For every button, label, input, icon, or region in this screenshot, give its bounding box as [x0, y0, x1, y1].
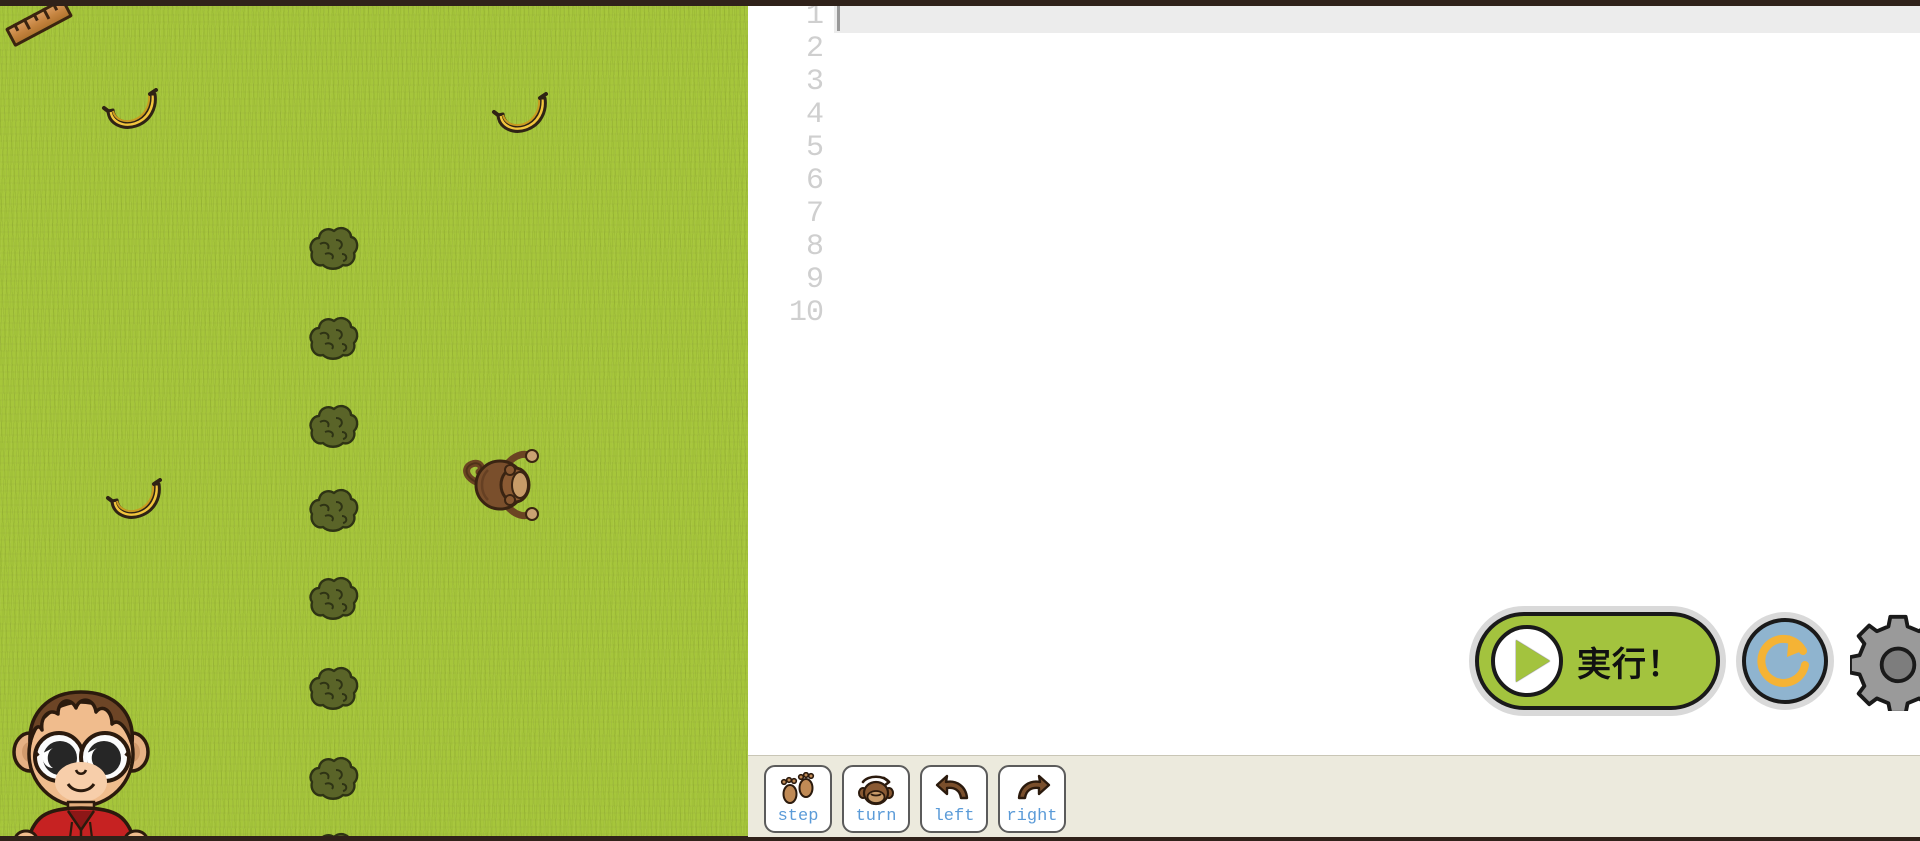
bush-sprite: [306, 662, 360, 712]
monkey-top-icon: [463, 449, 539, 521]
play-icon: [1491, 625, 1563, 697]
gear-icon: [1850, 614, 1920, 711]
monkey-avatar: [8, 678, 158, 841]
bush-icon: [309, 666, 359, 710]
bush-icon: [309, 226, 359, 270]
arrow-left-icon: [934, 771, 974, 807]
bush-sprite: [306, 400, 360, 450]
bush-icon: [309, 576, 359, 620]
run-button-label: 実行！: [1577, 644, 1682, 685]
bush-icon: [309, 756, 359, 800]
monkey-turn-icon: [856, 771, 896, 807]
command-toolbar: step turn left right: [748, 755, 1920, 841]
banana-icon: [102, 88, 158, 129]
bush-icon: [309, 404, 359, 448]
line-number: 3: [805, 65, 824, 99]
line-number: 2: [805, 32, 824, 66]
ruler-icon[interactable]: [4, 0, 74, 48]
line-number-gutter: 1 2 3 4 5 6 7 8 9 10: [748, 0, 834, 755]
tool-button-label: turn: [855, 807, 897, 826]
banana-sprite: [100, 88, 162, 132]
tool-button-label: left: [933, 807, 975, 826]
bush-sprite: [306, 312, 360, 362]
text-caret: [837, 3, 840, 31]
monkey-player-sprite[interactable]: [452, 440, 548, 530]
line-number: 10: [788, 296, 824, 330]
banana-sprite: [490, 92, 552, 136]
monkey-avatar-icon: [12, 690, 150, 841]
reset-icon: [1757, 634, 1809, 687]
reset-button[interactable]: [1742, 618, 1828, 704]
tool-button-left[interactable]: left: [920, 764, 988, 833]
bush-sprite: [306, 484, 360, 534]
bush-sprite: [306, 222, 360, 272]
line-number: 7: [805, 197, 824, 231]
run-controls-group: 実行！: [1475, 612, 1920, 711]
banana-icon: [492, 92, 548, 133]
line-number: 8: [805, 230, 824, 264]
line-number: 5: [805, 131, 824, 165]
line-number: 6: [805, 164, 824, 198]
tool-button-right[interactable]: right: [998, 764, 1066, 833]
line-number: 9: [805, 263, 824, 297]
game-bottom-border: [0, 836, 748, 841]
top-frame-border: [0, 0, 1920, 6]
bush-sprite: [306, 752, 360, 802]
bush-sprite: [306, 572, 360, 622]
run-button[interactable]: 実行！: [1475, 612, 1720, 710]
bush-icon: [309, 488, 359, 532]
settings-button[interactable]: [1850, 613, 1920, 711]
tool-button-label: step: [777, 807, 819, 826]
banana-sprite: [104, 478, 166, 522]
line-number: 4: [805, 98, 824, 132]
banana-icon: [106, 478, 162, 519]
bush-icon: [309, 316, 359, 360]
footprints-icon: [778, 771, 818, 807]
tool-button-label: right: [1006, 807, 1058, 826]
tool-button-step[interactable]: step: [764, 764, 832, 833]
app-root: 1 2 3 4 5 6 7 8 9 10 実行！ step turn left …: [0, 0, 1920, 841]
play-triangle: [1516, 640, 1550, 682]
arrow-right-icon: [1012, 771, 1052, 807]
game-canvas[interactable]: [0, 0, 748, 841]
toolbar-bottom-border: [748, 837, 1920, 841]
tool-button-turn[interactable]: turn: [842, 764, 910, 833]
